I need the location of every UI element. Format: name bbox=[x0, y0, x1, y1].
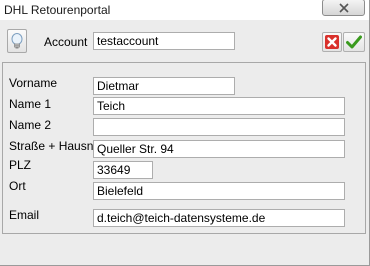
plz-input[interactable] bbox=[93, 161, 153, 179]
vorname-input[interactable] bbox=[93, 77, 235, 95]
email-label: Email bbox=[9, 208, 40, 222]
green-checkmark-icon bbox=[346, 35, 362, 49]
vorname-label: Vorname bbox=[9, 76, 58, 90]
plz-label: PLZ bbox=[9, 158, 32, 172]
strasse-input[interactable] bbox=[93, 140, 345, 158]
name1-input[interactable] bbox=[93, 97, 345, 115]
red-x-icon bbox=[325, 35, 339, 49]
title-bar: DHL Retourenportal bbox=[0, 0, 369, 20]
toolbar: Account bbox=[1, 20, 368, 60]
cancel-button[interactable] bbox=[322, 32, 342, 52]
app-window: DHL Retourenportal Account testaccount V… bbox=[0, 0, 370, 266]
name2-label: Name 2 bbox=[9, 118, 52, 132]
name1-label: Name 1 bbox=[9, 97, 52, 111]
hint-button[interactable] bbox=[7, 29, 27, 53]
confirm-button[interactable] bbox=[343, 32, 365, 52]
window-title: DHL Retourenportal bbox=[4, 3, 111, 17]
name2-input[interactable] bbox=[93, 118, 345, 136]
account-label: Account bbox=[44, 35, 88, 49]
lightbulb-icon bbox=[11, 33, 23, 49]
close-button[interactable] bbox=[322, 0, 365, 16]
ort-input[interactable] bbox=[93, 182, 345, 200]
email-input[interactable] bbox=[93, 209, 345, 227]
address-form-panel: Vorname Name 1 Name 2 Straße + Hausnr. P… bbox=[2, 62, 366, 234]
strasse-label: Straße + Hausnr. bbox=[9, 139, 101, 153]
account-input[interactable] bbox=[93, 32, 235, 50]
close-icon bbox=[339, 3, 349, 13]
ort-label: Ort bbox=[9, 179, 26, 193]
